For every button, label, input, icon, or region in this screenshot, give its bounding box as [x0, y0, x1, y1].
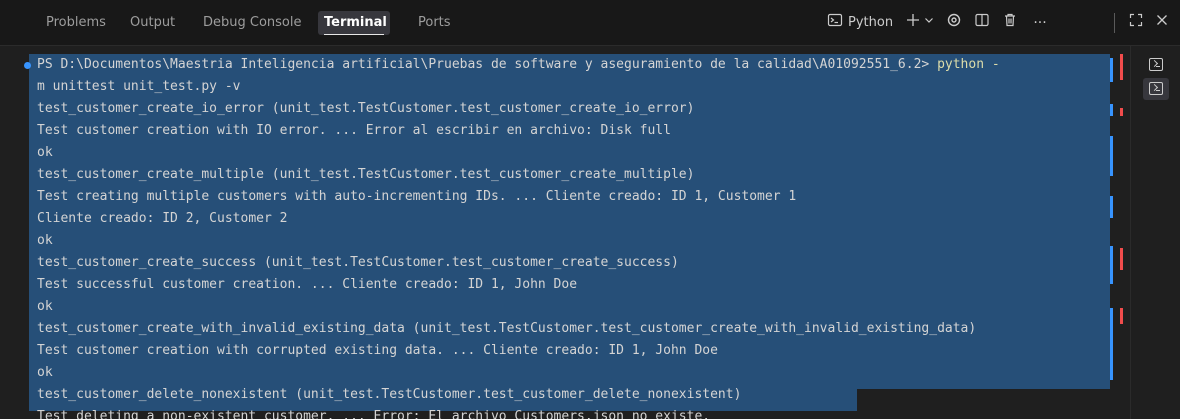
split-icon[interactable]: [972, 12, 992, 34]
terminal-line: ok: [37, 299, 53, 314]
tab-problems[interactable]: Problems: [46, 0, 106, 46]
tab-terminal[interactable]: Terminal: [324, 0, 387, 46]
tab-output[interactable]: Output: [130, 0, 175, 46]
command-keyword: python -: [937, 57, 1000, 72]
more-icon[interactable]: ···: [1030, 12, 1050, 34]
terminal-icon: [1149, 82, 1163, 95]
terminal-tab-1[interactable]: [1143, 54, 1169, 76]
terminal-tabs-list: [1130, 46, 1180, 419]
terminal-line-text: PS D:\Documentos\Maestria Inteligencia a…: [37, 57, 938, 72]
ruler-mark: [1110, 136, 1113, 176]
toolbar-divider: [1114, 13, 1115, 33]
terminal-line: test_customer_create_with_invalid_existi…: [37, 321, 977, 336]
terminal-line: Test successful customer creation. ... C…: [37, 277, 578, 292]
shell-name[interactable]: Python: [848, 12, 893, 34]
ruler-mark: [1110, 308, 1113, 380]
command-decoration-icon[interactable]: [24, 62, 31, 69]
ruler-mark: [1110, 246, 1113, 284]
chevron-down-icon[interactable]: [923, 12, 935, 34]
terminal-line: Test creating multiple customers with au…: [37, 189, 797, 204]
close-icon[interactable]: [1152, 12, 1172, 34]
copilot-icon[interactable]: [944, 12, 964, 34]
terminal-tab-2[interactable]: [1143, 78, 1169, 100]
terminal-line: test_customer_create_multiple (unit_test…: [37, 167, 695, 182]
ruler-mark: [1110, 196, 1113, 218]
trash-icon[interactable]: [1000, 12, 1020, 34]
ruler-mark: [1120, 108, 1123, 116]
terminal-line: test_customer_delete_nonexistent (unit_t…: [37, 387, 742, 402]
terminal-line: ok: [37, 365, 53, 380]
terminal-line: Test customer creation with corrupted ex…: [37, 343, 718, 358]
panel-tabbar: Problems Output Debug Console Terminal P…: [0, 0, 1180, 46]
terminal-line: Cliente creado: ID 2, Customer 2: [37, 211, 288, 226]
tab-debug-console[interactable]: Debug Console: [203, 0, 302, 46]
terminal-line: m unittest unit_test.py -v: [37, 79, 241, 94]
terminal-line: Test customer creation with IO error. ..…: [37, 123, 671, 138]
ruler-mark: [1120, 248, 1123, 270]
ruler-mark: [1120, 54, 1123, 80]
terminal-line: ok: [37, 145, 53, 160]
ruler-mark: [1120, 308, 1123, 324]
ruler-mark: [1110, 58, 1113, 82]
terminal-line: test_customer_create_io_error (unit_test…: [37, 101, 695, 116]
terminal-icon: [1149, 58, 1163, 71]
maximize-icon[interactable]: [1126, 12, 1146, 34]
terminal-lines: PS D:\Documentos\Maestria Inteligencia a…: [37, 54, 1117, 419]
terminal-output[interactable]: PS D:\Documentos\Maestria Inteligencia a…: [0, 46, 1130, 419]
terminal-scrollbar[interactable]: [1110, 46, 1128, 419]
terminal-icon[interactable]: [826, 12, 844, 34]
terminal-line: PS D:\Documentos\Maestria Inteligencia a…: [37, 54, 1117, 76]
terminal-line: test_customer_create_success (unit_test.…: [37, 255, 679, 270]
tab-ports[interactable]: Ports: [418, 0, 451, 46]
plus-icon[interactable]: [904, 12, 922, 34]
terminal-line: Test deleting a non-existent customer. .…: [37, 409, 711, 419]
ruler-mark: [1110, 104, 1113, 116]
terminal-line: ok: [37, 233, 53, 248]
